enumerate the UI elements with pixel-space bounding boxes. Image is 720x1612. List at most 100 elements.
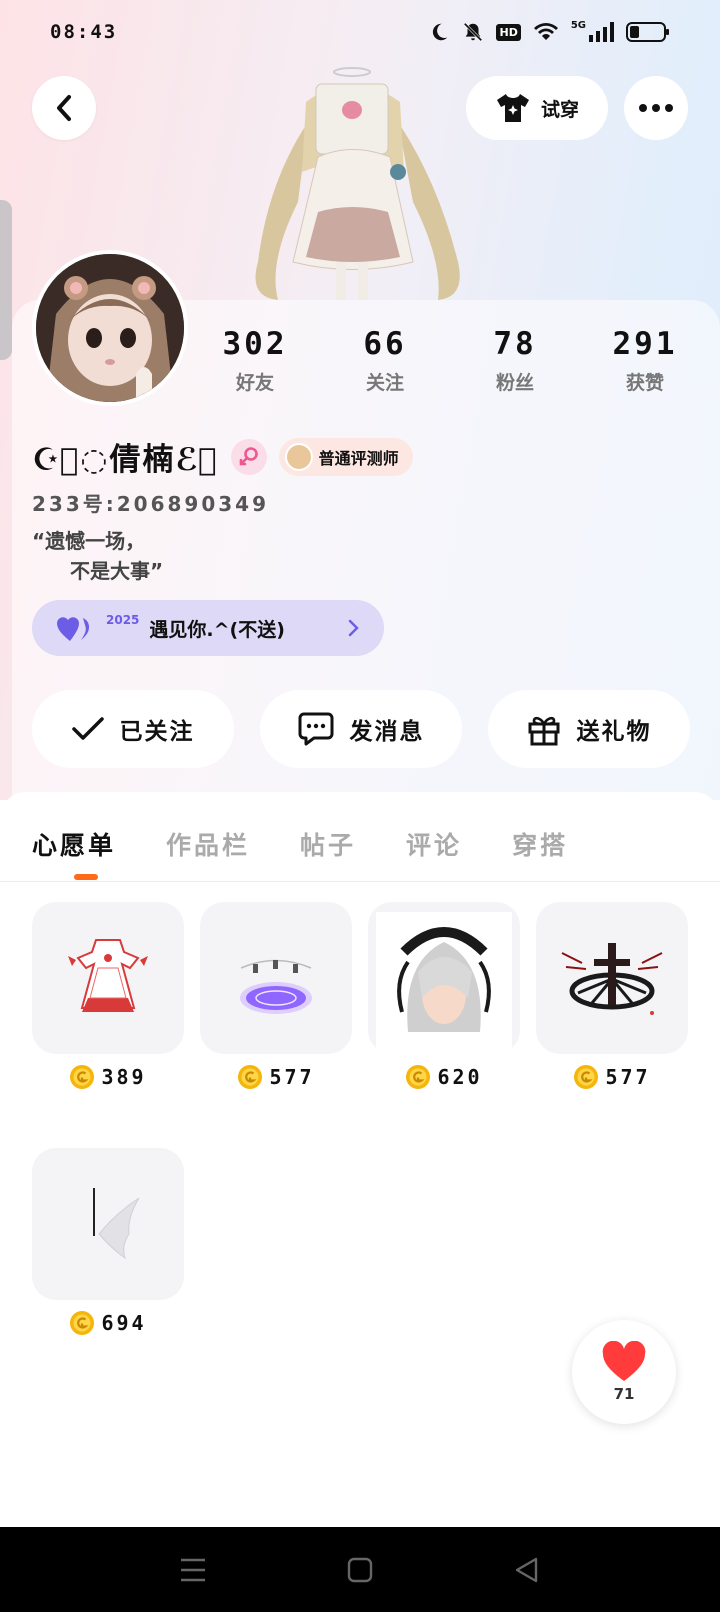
following-button[interactable]: 已关注 xyxy=(32,690,234,768)
more-button[interactable] xyxy=(624,76,688,140)
system-nav-bar xyxy=(0,1527,720,1612)
bio-line: “遗憾一场， xyxy=(32,529,146,553)
like-count: 71 xyxy=(613,1385,635,1403)
stat-label: 好友 xyxy=(235,372,274,394)
stat-label: 获赞 xyxy=(625,372,664,394)
stat-fans[interactable]: 78 粉丝 xyxy=(450,326,580,395)
stat-value: 66 xyxy=(363,326,407,362)
message-button[interactable]: 发消息 xyxy=(260,690,462,768)
nickname: ☪⃝◌倩楠ℰ⃝ xyxy=(32,442,219,478)
price-row: 694 xyxy=(32,1310,184,1336)
item-price: 389 xyxy=(101,1065,147,1089)
event-text: 遇见你.^(不送) xyxy=(149,618,285,641)
stat-label: 关注 xyxy=(365,372,404,394)
more-icon-dot xyxy=(652,104,660,112)
side-drawer-handle[interactable] xyxy=(0,200,12,360)
bio-line: 不是大事” xyxy=(70,559,164,583)
back-nav-icon[interactable] xyxy=(513,1556,541,1584)
silver-hair-image xyxy=(368,902,520,1054)
status-time: 08:43 xyxy=(50,21,118,43)
event-pill[interactable]: 2025 遇见你.^(不送) xyxy=(32,600,384,656)
hearts-icon xyxy=(57,617,89,641)
wishlist-item[interactable]: 620 xyxy=(368,902,520,1090)
check-icon xyxy=(71,717,104,740)
wifi-icon xyxy=(533,23,558,40)
chevron-left-icon xyxy=(57,95,71,121)
item-price: 694 xyxy=(101,1311,147,1335)
avatar[interactable] xyxy=(32,250,188,406)
event-year: 2025 xyxy=(106,613,140,627)
stats-row: 302 好友 66 关注 78 粉丝 291 获赞 xyxy=(190,326,710,395)
following-label: 已关注 xyxy=(119,719,195,745)
tab-posts[interactable]: 帖子 xyxy=(300,826,356,862)
home-icon[interactable] xyxy=(346,1556,374,1584)
coin-icon xyxy=(406,1065,431,1089)
tab-bar: 心愿单 作品栏 帖子 评论 穿搭 xyxy=(32,826,568,862)
chevron-right-icon xyxy=(348,619,359,637)
send-gift-label: 送礼物 xyxy=(576,719,652,745)
tab-outfits[interactable]: 穿搭 xyxy=(512,826,568,862)
stat-value: 302 xyxy=(222,326,288,362)
signal-icon xyxy=(589,22,614,42)
try-on-label: 试穿 xyxy=(540,98,579,121)
tab-works[interactable]: 作品栏 xyxy=(166,826,250,862)
coin-icon xyxy=(574,1065,599,1089)
coin-icon xyxy=(238,1065,263,1089)
stat-likes[interactable]: 291 获赞 xyxy=(580,326,710,395)
character-figure[interactable] xyxy=(228,62,488,302)
item-price: 577 xyxy=(605,1065,651,1089)
tab-wishlist[interactable]: 心愿单 xyxy=(32,826,116,862)
female-icon xyxy=(230,438,267,475)
more-icon xyxy=(639,104,647,112)
title-badge[interactable]: 普通评测师 xyxy=(278,437,413,476)
message-label: 发消息 xyxy=(349,719,425,745)
wishlist-grid: 389 577 620 577 694 xyxy=(32,902,692,1336)
price-row: 577 xyxy=(536,1064,688,1090)
wishlist-item[interactable]: 577 xyxy=(536,902,688,1090)
purple-halo-image xyxy=(200,902,352,1054)
menu-icon[interactable] xyxy=(179,1557,207,1583)
item-price: 620 xyxy=(437,1065,483,1089)
maid-dress-image xyxy=(32,902,184,1054)
wishlist-item[interactable]: 577 xyxy=(200,902,352,1090)
like-button[interactable]: 71 xyxy=(572,1320,676,1424)
title-badge-label: 普通评测师 xyxy=(318,448,399,468)
price-row: 620 xyxy=(368,1064,520,1090)
dark-cross-image xyxy=(536,902,688,1054)
stat-value: 78 xyxy=(493,326,537,362)
price-row: 577 xyxy=(200,1064,352,1090)
coin-icon xyxy=(70,1065,95,1089)
back-button[interactable] xyxy=(32,76,96,140)
stat-following[interactable]: 66 关注 xyxy=(320,326,450,395)
price-row: 389 xyxy=(32,1064,184,1090)
moon-icon xyxy=(433,23,448,41)
item-price: 577 xyxy=(269,1065,315,1089)
white-wing-image xyxy=(32,1148,184,1300)
mute-icon xyxy=(464,22,483,42)
try-on-button[interactable]: 试穿 xyxy=(466,76,608,140)
tshirt-icon xyxy=(496,94,529,122)
stat-value: 291 xyxy=(612,326,678,362)
wishlist-item[interactable]: 694 xyxy=(32,1148,184,1336)
more-icon-dot xyxy=(665,104,673,112)
tabs-divider xyxy=(0,881,720,882)
bio: “遗憾一场， 不是大事” xyxy=(32,526,163,586)
avatar-image xyxy=(36,254,184,402)
user-id[interactable]: 233号:206890349 xyxy=(32,488,269,517)
nickname-row: ☪⃝◌倩楠ℰ⃝ 普通评测师 xyxy=(32,434,413,479)
tab-comments[interactable]: 评论 xyxy=(406,826,462,862)
gift-icon xyxy=(528,716,559,746)
hd-icon: HD xyxy=(496,23,521,41)
send-gift-button[interactable]: 送礼物 xyxy=(488,690,690,768)
status-bar: 08:43 HD 5G xyxy=(0,0,720,64)
tab-indicator xyxy=(74,874,98,880)
action-row: 已关注 发消息 送礼物 xyxy=(32,690,690,768)
stat-friends[interactable]: 302 好友 xyxy=(190,326,320,395)
stat-label: 粉丝 xyxy=(495,372,534,394)
coin-icon xyxy=(70,1311,95,1335)
message-icon xyxy=(298,712,333,746)
status-icons: HD 5G xyxy=(428,19,670,43)
network-type: 5G xyxy=(570,19,586,31)
wishlist-item[interactable]: 389 xyxy=(32,902,184,1090)
battery-icon xyxy=(626,22,669,42)
